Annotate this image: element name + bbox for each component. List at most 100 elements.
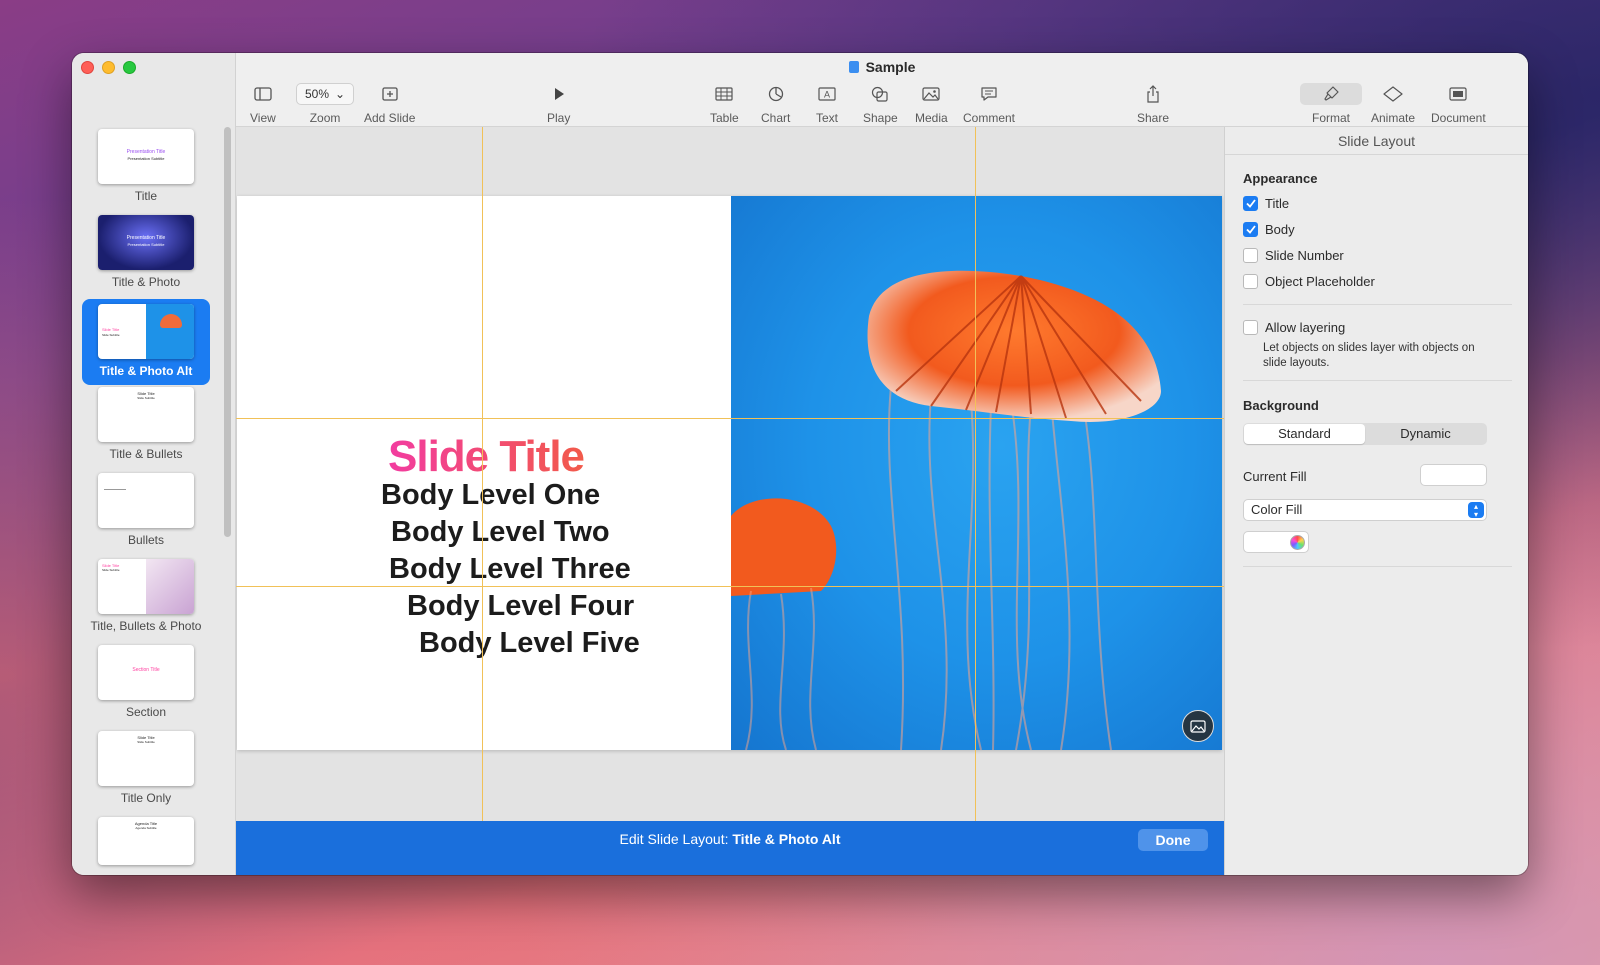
zoom-button[interactable] bbox=[123, 61, 136, 74]
title-checkbox[interactable] bbox=[1243, 196, 1258, 211]
alignment-guide bbox=[236, 418, 1224, 419]
play-button[interactable]: Play bbox=[547, 83, 570, 125]
color-wheel-icon[interactable] bbox=[1290, 535, 1305, 550]
mini-title: Presentation Title bbox=[126, 235, 166, 241]
allow-layering-checkbox[interactable] bbox=[1243, 320, 1258, 335]
zoom-select[interactable]: 50% ⌄ bbox=[296, 83, 355, 105]
replace-image-button[interactable] bbox=[1182, 710, 1214, 742]
chart-button[interactable]: Chart bbox=[761, 83, 790, 125]
layout-preview: Presentation Title Presentation Subtitle bbox=[98, 215, 194, 270]
allow-layering-option[interactable]: Allow layering bbox=[1243, 320, 1345, 335]
slide-number-checkbox[interactable] bbox=[1243, 248, 1258, 263]
document-icon bbox=[1449, 83, 1467, 105]
format-button[interactable]: Format bbox=[1300, 83, 1362, 125]
window-controls bbox=[81, 61, 136, 74]
layout-sidebar: Presentation Title Presentation Subtitle… bbox=[72, 53, 236, 875]
comment-label: Comment bbox=[963, 111, 1016, 125]
slide-number-option-label: Slide Number bbox=[1265, 248, 1344, 263]
title-option-label: Title bbox=[1265, 196, 1290, 211]
layout-label: Bullets bbox=[127, 533, 165, 547]
add-slide-icon bbox=[381, 83, 399, 105]
layout-preview: Slide Title Slide Subtitle bbox=[98, 304, 194, 359]
media-label: Media bbox=[915, 111, 948, 125]
layout-preview bbox=[98, 473, 194, 528]
mini-subtitle: Slide Subtitle bbox=[102, 568, 120, 572]
jellyfish-photo bbox=[731, 270, 1161, 750]
zoom-control[interactable]: 50% ⌄ Zoom bbox=[296, 83, 355, 125]
body-level-three[interactable]: Body Level Three bbox=[389, 553, 631, 586]
layout-item-bullets[interactable]: Bullets bbox=[82, 471, 210, 557]
slide-layout[interactable]: Slide Title Body Level One Body Level Tw… bbox=[237, 196, 1222, 750]
edit-layout-bar: Edit Slide Layout: Title & Photo Alt Don… bbox=[236, 821, 1224, 875]
fill-type-value: Color Fill bbox=[1251, 502, 1303, 517]
layout-item-title-only[interactable]: Slide Title Slide Subtitle Title Only bbox=[82, 729, 210, 815]
table-button[interactable]: Table bbox=[710, 83, 739, 125]
standard-tab[interactable]: Standard bbox=[1244, 424, 1365, 444]
divider bbox=[1243, 304, 1512, 305]
layout-item-title-photo-alt[interactable]: Slide Title Slide Subtitle Title & Photo… bbox=[82, 299, 210, 385]
mini-subtitle: Slide Subtitle bbox=[137, 396, 155, 400]
view-button[interactable]: View bbox=[250, 83, 276, 125]
body-level-two[interactable]: Body Level Two bbox=[391, 516, 610, 549]
layout-label: Title bbox=[134, 189, 158, 203]
checkmark-icon bbox=[1245, 199, 1256, 208]
done-button[interactable]: Done bbox=[1138, 829, 1208, 851]
close-button[interactable] bbox=[81, 61, 94, 74]
document-button[interactable]: Document bbox=[1431, 83, 1486, 125]
format-label: Format bbox=[1311, 111, 1350, 125]
play-label: Play bbox=[547, 111, 571, 125]
layout-preview: Agenda Title Agenda Subtitle bbox=[98, 817, 194, 865]
shape-button[interactable]: Shape bbox=[863, 83, 898, 125]
mini-subtitle: Agenda Subtitle bbox=[135, 826, 157, 830]
alignment-guide bbox=[236, 586, 1224, 587]
title-option[interactable]: Title bbox=[1243, 196, 1289, 211]
object-placeholder-checkbox[interactable] bbox=[1243, 274, 1258, 289]
edit-layout-name: Title & Photo Alt bbox=[732, 831, 841, 847]
text-button[interactable]: A Text bbox=[816, 83, 838, 125]
fill-type-select[interactable]: Color Fill ▴ ▾ bbox=[1243, 499, 1487, 521]
body-level-five[interactable]: Body Level Five bbox=[419, 627, 640, 660]
appearance-heading: Appearance bbox=[1243, 171, 1318, 186]
dynamic-tab[interactable]: Dynamic bbox=[1365, 424, 1486, 444]
layout-item-title-photo[interactable]: Presentation Title Presentation Subtitle… bbox=[82, 213, 210, 299]
body-level-four[interactable]: Body Level Four bbox=[407, 590, 634, 623]
chevron-down-icon: ⌄ bbox=[335, 87, 346, 101]
body-option[interactable]: Body bbox=[1243, 222, 1295, 237]
share-button[interactable]: Share bbox=[1137, 83, 1169, 125]
background-heading: Background bbox=[1243, 398, 1319, 413]
current-fill-swatch[interactable] bbox=[1420, 464, 1487, 486]
mini-subtitle: Slide Subtitle bbox=[102, 333, 120, 337]
media-button[interactable]: Media bbox=[915, 83, 948, 125]
mini-photo bbox=[146, 304, 194, 359]
object-placeholder-option[interactable]: Object Placeholder bbox=[1243, 274, 1375, 289]
layout-label: Title Only bbox=[120, 791, 172, 805]
layout-label: Title & Bullets bbox=[109, 447, 183, 461]
object-placeholder-option-label: Object Placeholder bbox=[1265, 274, 1375, 289]
layout-item-title[interactable]: Presentation Title Presentation Subtitle… bbox=[82, 127, 210, 213]
keynote-document-icon bbox=[848, 61, 859, 73]
minimize-button[interactable] bbox=[102, 61, 115, 74]
slide-number-option[interactable]: Slide Number bbox=[1243, 248, 1344, 263]
slide-title[interactable]: Slide Title bbox=[388, 432, 585, 482]
layout-item-title-bullets[interactable]: Slide Title Slide Subtitle Title & Bulle… bbox=[82, 385, 210, 471]
layout-item-section[interactable]: Section Title Section bbox=[82, 643, 210, 729]
mini-title: Section Title bbox=[132, 667, 160, 673]
mini-title: Slide Title bbox=[102, 327, 120, 332]
body-checkbox[interactable] bbox=[1243, 222, 1258, 237]
zoom-value: 50% bbox=[305, 87, 330, 101]
slide-canvas[interactable]: Slide Title Body Level One Body Level Tw… bbox=[236, 127, 1224, 821]
chevron-updown-icon: ▴ ▾ bbox=[1468, 502, 1484, 519]
animate-button[interactable]: Animate bbox=[1371, 83, 1415, 125]
body-level-one[interactable]: Body Level One bbox=[381, 479, 600, 512]
comment-button[interactable]: Comment bbox=[963, 83, 1015, 125]
divider bbox=[1243, 380, 1512, 381]
photo-placeholder[interactable] bbox=[731, 196, 1222, 750]
chart-icon bbox=[768, 83, 784, 105]
view-label: View bbox=[250, 111, 276, 125]
edit-layout-prefix: Edit Slide Layout: bbox=[619, 831, 733, 847]
color-well[interactable] bbox=[1243, 531, 1309, 553]
layout-item-title-bullets-photo[interactable]: Slide Title Slide Subtitle Title, Bullet… bbox=[82, 557, 210, 643]
layout-item-agenda[interactable]: Agenda Title Agenda Subtitle bbox=[82, 815, 210, 865]
add-slide-button[interactable]: Add Slide bbox=[364, 83, 415, 125]
background-mode-control: Standard Dynamic bbox=[1243, 423, 1487, 445]
